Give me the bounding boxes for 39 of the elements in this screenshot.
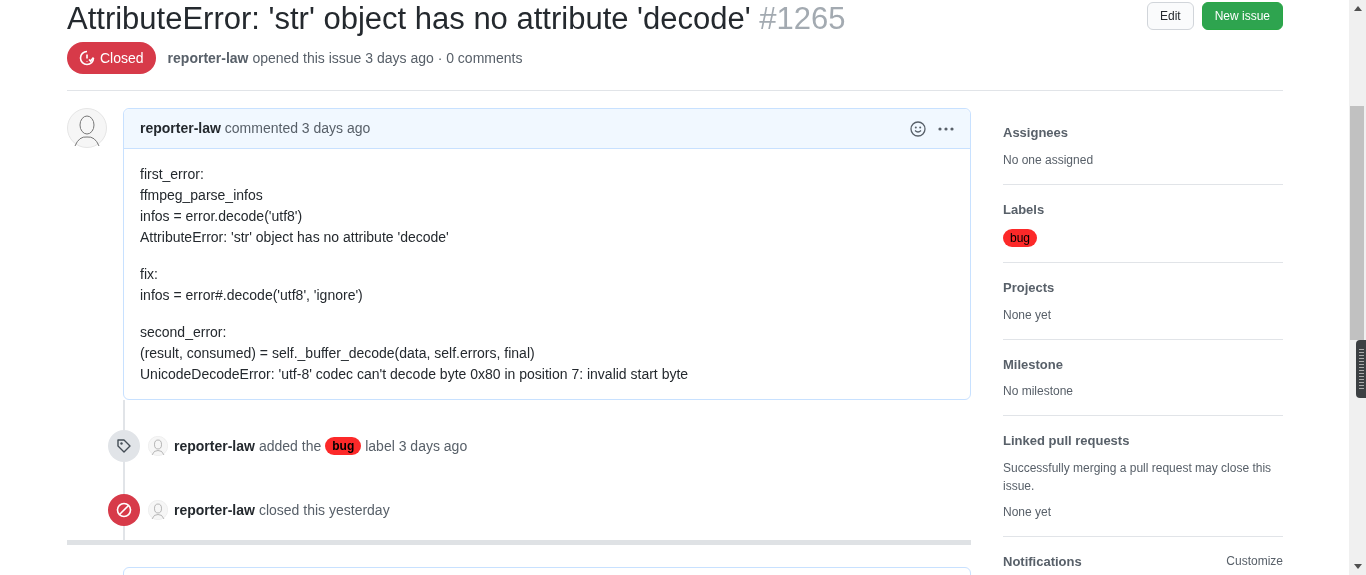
comment-header-text: reporter-law commented 3 days ago [140, 119, 371, 138]
handle-icon[interactable] [1356, 340, 1366, 398]
sidebar-heading[interactable]: Notifications [1003, 551, 1082, 571]
edit-button[interactable]: Edit [1146, 2, 1194, 30]
sidebar-heading[interactable]: Projects [1003, 278, 1055, 298]
label-tag[interactable]: bug [1003, 229, 1038, 247]
sidebar-text: No milestone [1003, 383, 1075, 400]
author-link[interactable]: reporter-law [167, 49, 249, 66]
event-text: added the [258, 436, 322, 456]
sidebar-text: None yet [1003, 503, 1053, 521]
avatar-icon[interactable] [67, 108, 107, 148]
blocked-icon [108, 494, 140, 526]
sidebar-heading[interactable]: Labels [1003, 199, 1045, 219]
scroll-thumb[interactable] [1350, 106, 1364, 340]
comment-paragraph: first_error: ffmpeg_parse_infos infos = error.decode('utf8') AttributeError: 'str' object has no attribute 'decode' [140, 165, 450, 247]
sidebar-text: Successfully merging a pull request may close this issue. [1003, 459, 1273, 495]
comment-paragraph: fix: infos = error#.decode('utf8', 'ignore') [140, 265, 364, 305]
scrollbar[interactable] [1349, 0, 1366, 575]
scroll-up-icon[interactable] [1353, 6, 1362, 11]
customize-link[interactable]: Customize [1226, 552, 1283, 571]
issue-number: #1265 [759, 1, 846, 36]
sidebar-heading[interactable]: Milestone [1003, 354, 1063, 374]
author-link[interactable]: reporter-law [174, 435, 255, 457]
status-badge: Closed [67, 42, 156, 74]
sidebar-heading[interactable]: Assignees [1003, 123, 1069, 143]
label-tag[interactable]: bug [325, 437, 362, 455]
scroll-down-icon[interactable] [1353, 564, 1362, 569]
comment-paragraph: second_error: (result, consumed) = self._buffer_decode(data, self.errors, final) UnicodeDecodeError: 'utf-8' codec can't decode byte 0x80 in position 7: invalid start byte [140, 323, 690, 384]
issue-meta: reporter-law opened this issue 3 days ago · 0 comments [167, 48, 523, 68]
event-text: closed this yesterday [258, 500, 390, 520]
sidebar-text: None yet [1003, 306, 1053, 324]
sidebar-text: No one assigned [1003, 151, 1095, 169]
emoji-icon[interactable] [910, 120, 926, 137]
event-text: label 3 days ago [365, 436, 468, 456]
new-issue-button[interactable]: New issue [1201, 2, 1283, 30]
more-icon[interactable] [938, 126, 954, 131]
author-link[interactable]: reporter-law [174, 499, 255, 521]
issue-title: AttributeError: 'str' object has no attribute 'decode' #1265 [67, 1, 846, 37]
sidebar-heading[interactable]: Linked pull requests [1003, 431, 1130, 451]
